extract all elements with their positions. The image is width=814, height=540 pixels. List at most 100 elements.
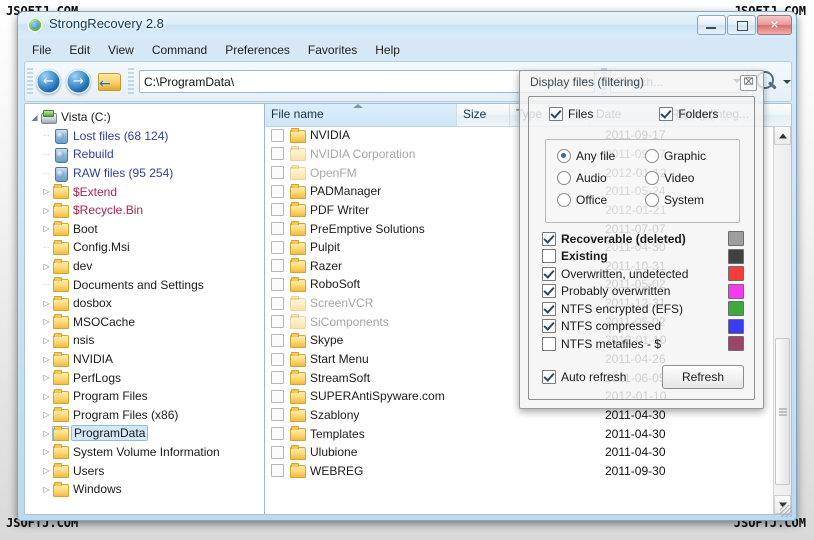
minimize-button[interactable] bbox=[697, 15, 726, 35]
tree-item-documents-and-settings[interactable]: ·· Documents and Settings bbox=[29, 275, 264, 294]
tree-item-nvidia[interactable]: ▷ NVIDIA bbox=[29, 350, 264, 369]
file-row[interactable]: WEBREG 2011-09-30 bbox=[265, 462, 774, 481]
close-button[interactable]: ✕ bbox=[757, 15, 792, 35]
folders-checkbox[interactable]: Folders bbox=[659, 107, 718, 121]
state-row[interactable]: Overwritten, undetected bbox=[542, 265, 744, 283]
row-checkbox[interactable] bbox=[271, 147, 284, 161]
radio-office[interactable]: Office bbox=[557, 193, 645, 207]
folder-tree-pane[interactable]: ◢ Vista (C:) ·· Lost files (68 124) ·· Rebuil… bbox=[25, 104, 265, 514]
checkbox-icon[interactable] bbox=[542, 336, 556, 351]
tree-item-recycle-bin[interactable]: ▷ $Recycle.Bin bbox=[29, 201, 264, 220]
tree-expander-icon[interactable]: ▷ bbox=[41, 373, 52, 382]
menu-item-file[interactable]: File bbox=[23, 41, 60, 59]
tree-expander-icon[interactable]: ▷ bbox=[41, 317, 52, 326]
file-list-scrollbar[interactable] bbox=[773, 126, 791, 514]
tree-item-programdata[interactable]: ▷ ProgramData bbox=[29, 424, 264, 443]
scroll-up-button[interactable] bbox=[774, 126, 791, 145]
menu-item-command[interactable]: Command bbox=[143, 41, 216, 59]
state-row[interactable]: NTFS compressed bbox=[542, 318, 744, 336]
row-checkbox[interactable] bbox=[271, 352, 284, 366]
menu-item-edit[interactable]: Edit bbox=[60, 41, 99, 59]
menu-item-preferences[interactable]: Preferences bbox=[216, 41, 299, 59]
row-checkbox[interactable] bbox=[271, 315, 284, 329]
checkbox-icon[interactable] bbox=[542, 284, 556, 299]
row-checkbox[interactable] bbox=[271, 296, 284, 310]
tree-expander-icon[interactable]: ▷ bbox=[41, 336, 52, 345]
tree-item-system-volume-information[interactable]: ▷ System Volume Information bbox=[29, 443, 264, 462]
scrollbar-thumb[interactable] bbox=[775, 338, 790, 485]
files-checkbox[interactable]: Files bbox=[549, 107, 593, 121]
row-checkbox[interactable] bbox=[271, 222, 284, 236]
state-row[interactable]: Existing bbox=[542, 248, 744, 266]
up-folder-button[interactable]: ← bbox=[96, 69, 122, 94]
tree-item-rebuild[interactable]: ·· Rebuild bbox=[29, 145, 264, 164]
tree-expander-icon[interactable]: ▷ bbox=[41, 187, 52, 196]
tree-expander-icon[interactable]: ▷ bbox=[41, 392, 52, 401]
refresh-button[interactable]: Refresh bbox=[662, 365, 744, 389]
tree-item-lost-files-68-124[interactable]: ·· Lost files (68 124) bbox=[29, 127, 264, 146]
row-checkbox[interactable] bbox=[271, 184, 284, 198]
radio-system[interactable]: System bbox=[645, 193, 733, 207]
checkbox-icon[interactable] bbox=[542, 249, 556, 264]
tree-item-extend[interactable]: ▷ $Extend bbox=[29, 182, 264, 201]
row-checkbox[interactable] bbox=[271, 408, 284, 422]
radio-graphic[interactable]: Graphic bbox=[645, 149, 733, 163]
search-options-chevron-icon[interactable] bbox=[783, 79, 791, 84]
tree-item-dev[interactable]: ▷ dev bbox=[29, 257, 264, 276]
tree-item-program-files-x86[interactable]: ▷ Program Files (x86) bbox=[29, 406, 264, 425]
radio-video[interactable]: Video bbox=[645, 171, 733, 185]
tree-expander-icon[interactable]: ▷ bbox=[41, 410, 52, 419]
dialog-close-button[interactable]: ⌧ bbox=[740, 75, 757, 91]
checkbox-icon[interactable] bbox=[542, 319, 556, 334]
tree-expander-icon[interactable]: ◢ bbox=[29, 113, 40, 122]
tree-expander-icon[interactable]: ▷ bbox=[41, 447, 52, 456]
window-resize-grip[interactable] bbox=[780, 505, 792, 517]
tree-item-raw-files-95-254[interactable]: ·· RAW files (95 254) bbox=[29, 164, 264, 183]
menu-item-view[interactable]: View bbox=[99, 41, 143, 59]
row-checkbox[interactable] bbox=[271, 389, 284, 403]
state-row[interactable]: NTFS metafiles - $ bbox=[542, 335, 744, 353]
checkbox-icon[interactable] bbox=[542, 231, 556, 246]
tree-item-users[interactable]: ▷ Users bbox=[29, 461, 264, 480]
tree-item-config-msi[interactable]: ·· Config.Msi bbox=[29, 238, 264, 257]
checkbox-icon[interactable] bbox=[542, 301, 556, 316]
radio-audio[interactable]: Audio bbox=[557, 171, 645, 185]
row-checkbox[interactable] bbox=[271, 166, 284, 180]
toolbar-grip-left[interactable] bbox=[27, 68, 33, 95]
tree-item-dosbox[interactable]: ▷ dosbox bbox=[29, 294, 264, 313]
tree-expander-icon[interactable]: ▷ bbox=[41, 429, 52, 438]
tree-expander-icon[interactable]: ▷ bbox=[41, 466, 52, 475]
row-checkbox[interactable] bbox=[271, 445, 284, 459]
toolbar-grip-middle[interactable] bbox=[128, 68, 134, 95]
tree-item-nsis[interactable]: ▷ nsis bbox=[29, 331, 264, 350]
auto-refresh-checkbox[interactable]: Auto refresh bbox=[542, 370, 626, 384]
file-row[interactable]: Templates 2011-04-30 bbox=[265, 424, 774, 443]
state-row[interactable]: Probably overwritten bbox=[542, 283, 744, 301]
row-checkbox[interactable] bbox=[271, 464, 284, 478]
row-checkbox[interactable] bbox=[271, 128, 284, 142]
tree-item-boot[interactable]: ▷ Boot bbox=[29, 220, 264, 239]
tree-expander-icon[interactable]: ▷ bbox=[41, 485, 52, 494]
tree-expander-icon[interactable]: ▷ bbox=[41, 355, 52, 364]
row-checkbox[interactable] bbox=[271, 333, 284, 347]
column-header-size[interactable]: Size bbox=[457, 104, 510, 126]
row-checkbox[interactable] bbox=[271, 277, 284, 291]
row-checkbox[interactable] bbox=[271, 427, 284, 441]
column-header-file-name[interactable]: File name bbox=[265, 104, 457, 126]
maximize-button[interactable] bbox=[727, 15, 756, 35]
tree-item-program-files[interactable]: ▷ Program Files bbox=[29, 387, 264, 406]
tree-expander-icon[interactable]: ▷ bbox=[41, 206, 52, 215]
state-row[interactable]: Recoverable (deleted) bbox=[542, 230, 744, 248]
tree-item-perflogs[interactable]: ▷ PerfLogs bbox=[29, 368, 264, 387]
tree-item-vista-c[interactable]: ◢ Vista (C:) bbox=[29, 108, 264, 127]
row-checkbox[interactable] bbox=[271, 371, 284, 385]
tree-item-windows[interactable]: ▷ Windows bbox=[29, 480, 264, 499]
radio-any-file[interactable]: Any file bbox=[557, 149, 645, 163]
row-checkbox[interactable] bbox=[271, 240, 284, 254]
menu-item-favorites[interactable]: Favorites bbox=[299, 41, 366, 59]
back-button[interactable]: ← bbox=[36, 69, 61, 94]
menu-item-help[interactable]: Help bbox=[366, 41, 409, 59]
row-checkbox[interactable] bbox=[271, 259, 284, 273]
tree-expander-icon[interactable]: ▷ bbox=[41, 262, 52, 271]
state-row[interactable]: NTFS encrypted (EFS) bbox=[542, 300, 744, 318]
